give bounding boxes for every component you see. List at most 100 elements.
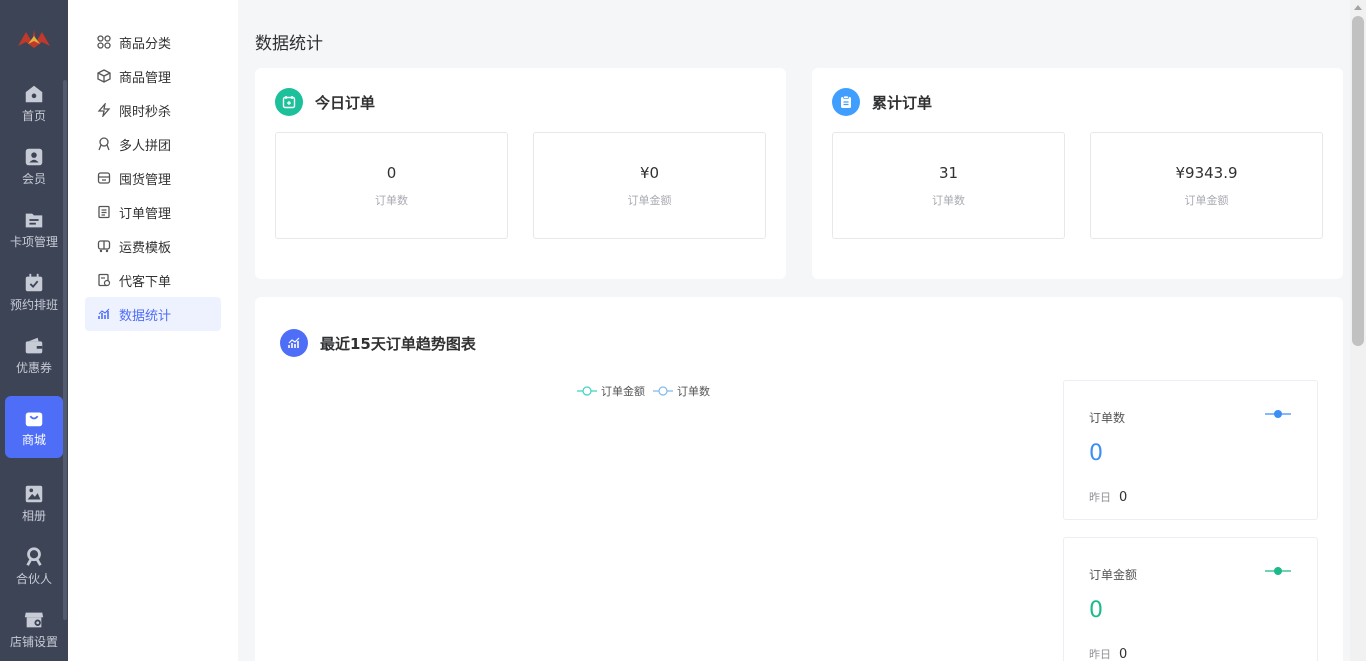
submenu-item-label: 商品管理 [119,70,172,86]
submenu-item-label: 限时秒杀 [119,104,172,120]
brand-logo-icon [18,30,50,48]
total-orders-header: 累计订单 [832,88,932,116]
bar-chart-icon [98,308,110,319]
side-card-yesterday: 昨日 0 [1089,646,1127,661]
rail-item-booking[interactable]: 预约排班 [5,261,63,323]
page-title: 数据统计 [255,34,323,54]
yesterday-label: 昨日 [1089,491,1111,504]
store-settings-icon [24,612,44,628]
submenu-item-label: 多人拼团 [119,138,172,154]
submenu-item-statistics[interactable]: 数据统计 [85,297,221,331]
legend-marker-icon [577,386,597,396]
grid-icon [97,35,111,49]
rail-item-label: 商城 [21,433,46,447]
today-order-count: 0 [386,163,397,182]
scroll-up-arrow-icon[interactable] [1354,5,1362,10]
side-card-title: 订单金额 [1089,568,1138,582]
wallet-icon [25,337,43,354]
legend-item-amount[interactable]: 订单金额 [577,383,645,399]
yesterday-value: 0 [1119,646,1128,661]
cube-icon [97,69,111,83]
rail-item-label: 相册 [21,509,46,523]
trend-chart-header: 最近15天订单趋势图表 [280,329,476,357]
legend-label: 订单数 [677,385,710,398]
submenu-item-label: 运费模板 [119,240,172,256]
legend-marker-icon [653,386,673,396]
side-card-value: 0 [1089,441,1103,466]
side-card-value: 0 [1089,598,1103,623]
submenu-item-shipping-template[interactable]: 运费模板 [85,229,221,263]
rail-item-label: 合伙人 [15,572,52,586]
trend-chart-card: 最近15天订单趋势图表 订单金额 订单数 订单数 0 昨日 0 订单金额 0 昨… [255,297,1343,661]
document-icon [98,205,110,219]
side-card-yesterday: 昨日 0 [1089,489,1127,505]
rail-scrollbar[interactable] [63,80,67,620]
clipboard-icon [832,88,860,116]
proxy-order-icon [98,273,111,287]
submenu-item-orders[interactable]: 订单管理 [85,195,221,229]
scrollbar-thumb[interactable] [1352,16,1364,346]
rail-item-mall[interactable]: 商城 [5,396,63,458]
today-order-amount-label: 订单金额 [627,193,672,207]
side-card-title: 订单数 [1089,411,1126,425]
image-icon [25,485,43,503]
submenu-item-proxy-order[interactable]: 代客下单 [85,263,221,297]
submenu-item-stock[interactable]: 囤货管理 [85,161,221,195]
side-card-order-count: 订单数 0 昨日 0 [1063,380,1318,520]
shopping-bag-icon [25,412,43,427]
home-icon [25,85,43,103]
mall-submenu: 商品分类 商品管理 限时秒杀 多人拼团 囤货管理 订单管理 运费模板 代客下单 … [68,0,238,661]
store-box-icon [97,172,111,184]
legend-label: 订单金额 [601,385,645,398]
main-content: 数据统计 今日订单 0 订单数 ¥0 订单金额 累计订单 31 订单数 ¥934… [238,0,1350,661]
rail-item-member[interactable]: 会员 [5,135,63,197]
rail-item-label: 卡项管理 [9,235,58,249]
total-order-count: 31 [938,163,959,182]
yesterday-value: 0 [1119,489,1128,505]
submenu-item-label: 商品分类 [119,36,172,52]
submenu-item-flash-sale[interactable]: 限时秒杀 [85,93,221,127]
today-order-count-stat: 0 订单数 [275,132,508,239]
rail-item-label: 首页 [21,109,46,123]
partner-icon [26,547,42,566]
series-marker-icon [1265,410,1291,418]
total-order-amount-stat: ¥9343.9 订单金额 [1090,132,1323,239]
rail-item-partner[interactable]: 合伙人 [5,535,63,597]
total-order-count-label: 订单数 [932,193,965,207]
total-order-amount: ¥9343.9 [1175,163,1238,182]
today-orders-title: 今日订单 [315,93,376,112]
rail-item-label: 预约排班 [9,298,58,312]
group-icon [98,137,110,151]
rail-item-label: 店铺设置 [9,635,58,649]
rail-item-card-management[interactable]: 卡项管理 [5,198,63,260]
today-order-amount-stat: ¥0 订单金额 [533,132,766,239]
side-card-order-amount: 订单金额 0 昨日 0 [1063,537,1318,661]
member-card-icon [25,148,43,166]
today-orders-card: 今日订单 0 订单数 ¥0 订单金额 [255,68,786,279]
yesterday-label: 昨日 [1089,648,1111,661]
rail-item-label: 会员 [21,172,46,186]
submenu-item-product[interactable]: 商品管理 [85,59,221,93]
main-nav-rail: 首页 会员 卡项管理 预约排班 优惠券 商城 相册 合伙人 店铺设置 [0,0,68,661]
total-order-count-stat: 31 订单数 [832,132,1065,239]
rail-item-album[interactable]: 相册 [5,472,63,534]
rail-item-store-settings[interactable]: 店铺设置 [5,598,63,660]
submenu-item-category[interactable]: 商品分类 [85,25,221,59]
submenu-item-label: 订单管理 [119,206,172,222]
submenu-item-label: 数据统计 [119,308,172,324]
rail-item-coupon[interactable]: 优惠券 [5,324,63,386]
submenu-item-group-buy[interactable]: 多人拼团 [85,127,221,161]
rail-item-label: 优惠券 [15,361,52,375]
rail-item-home[interactable]: 首页 [5,72,63,134]
today-order-amount: ¥0 [639,163,660,182]
series-marker-icon [1265,567,1291,575]
trend-chart-icon [280,329,308,357]
submenu-item-label: 代客下单 [119,274,172,290]
legend-item-count[interactable]: 订单数 [653,383,710,399]
today-order-count-label: 订单数 [375,193,408,207]
total-orders-title: 累计订单 [872,93,933,112]
trend-chart-title: 最近15天订单趋势图表 [320,334,476,353]
chart-legend: 订单金额 订单数 [577,383,718,399]
total-orders-card: 累计订单 31 订单数 ¥9343.9 订单金额 [812,68,1343,279]
page-scrollbar[interactable] [1350,0,1366,661]
